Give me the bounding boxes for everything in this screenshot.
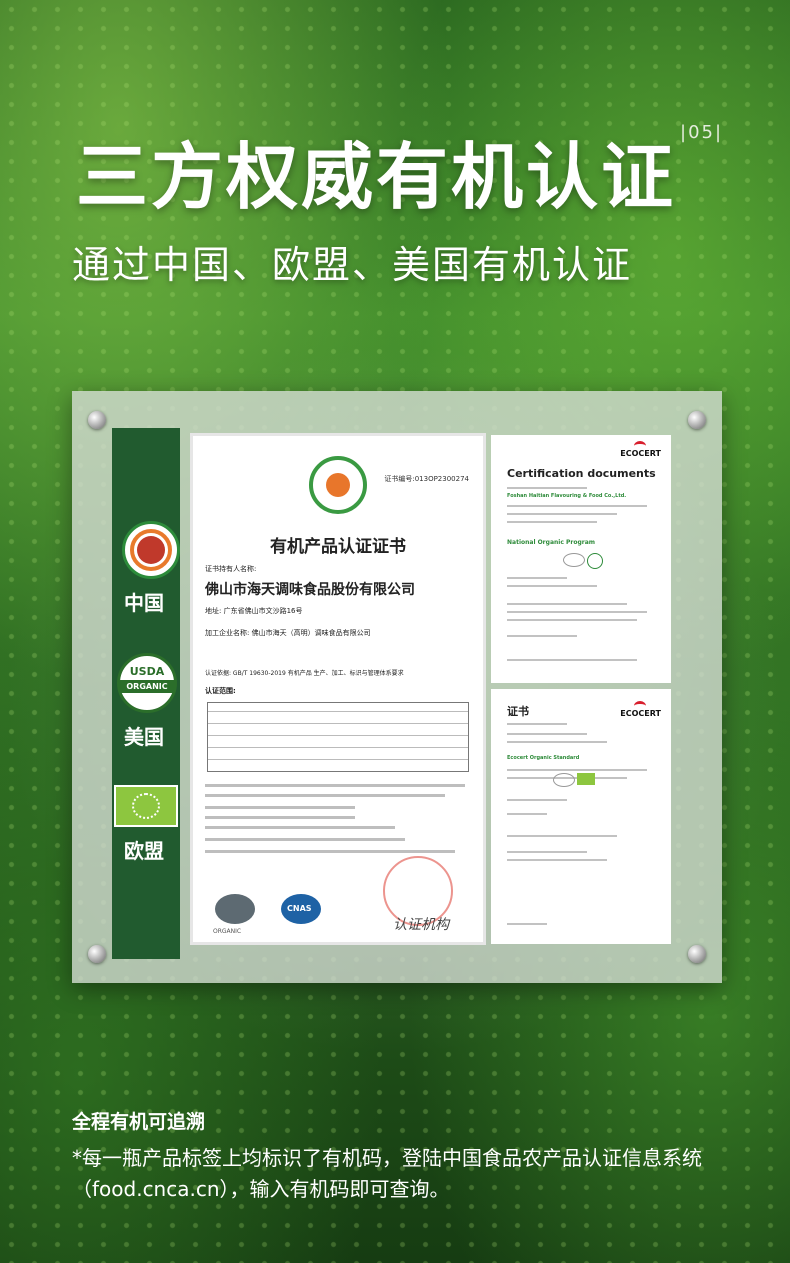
us-organic-certificate: ECOCERT Certification documents Foshan H… (491, 435, 671, 683)
ecocert-logo: ECOCERT (620, 701, 661, 718)
traceability-heading: 全程有机可追溯 (72, 1111, 206, 1133)
badge-label-china: 中国 (124, 591, 164, 615)
usda-organic-logo-icon: USDA ORGANIC (117, 653, 177, 713)
badge-label-usa: 美国 (124, 725, 164, 749)
traceability-text: *每一瓶产品标签上均标识了有机码，登陆中国食品农产品认证信息系统（food.cn… (72, 1146, 702, 1201)
eu-organic-leaf-icon (114, 785, 178, 827)
doc-program: National Organic Program (507, 539, 595, 546)
certificate-display-frame: 中国 USDA ORGANIC 美国 欧盟 证书编号:013OP2300274 … (72, 391, 722, 983)
page-number: |05| (680, 122, 724, 143)
certificate-heading: 有机产品认证证书 (270, 537, 406, 557)
doc-program: Ecocert Organic Standard (507, 755, 580, 761)
eu-leaf-icon (577, 773, 595, 785)
processor-name: 加工企业名称: 佛山市海天（高明）调味食品有限公司 (205, 629, 371, 637)
bolt-icon (88, 945, 106, 963)
doc-title: 证书 (507, 705, 529, 718)
china-organic-certificate: 证书编号:013OP2300274 有机产品认证证书 证书持有人名称: 佛山市海… (190, 433, 486, 945)
holder-label: 证书持有人名称: (205, 565, 257, 573)
signature: 认证机构 (393, 917, 449, 933)
doc-title: Certification documents (507, 467, 656, 480)
page-title: 三方权威有机认证 (76, 135, 677, 219)
doc-company: Foshan Haitian Flavouring & Food Co.,Ltd… (507, 493, 627, 499)
bolt-icon (688, 945, 706, 963)
scope-label: 认证范围: (205, 687, 236, 695)
bolt-icon (688, 411, 706, 429)
certificate-address: 地址: 广东省佛山市文沙路16号 (205, 607, 303, 615)
badge-label-eu: 欧盟 (124, 839, 164, 863)
bolt-icon (88, 411, 106, 429)
scope-table (207, 702, 469, 772)
organic-seal-icon (553, 773, 575, 787)
organic-seal-icon (563, 553, 585, 567)
certificate-standard: 认证依据: GB/T 19630-2019 有机产品 生产、加工、标识与管理体系… (205, 670, 404, 677)
certificate-number: 证书编号:013OP2300274 (384, 475, 469, 483)
certificate-holder: 佛山市海天调味食品股份有限公司 (205, 582, 415, 598)
page-subtitle: 通过中国、欧盟、美国有机认证 (72, 243, 633, 287)
globe-seal-icon (215, 894, 255, 924)
china-organic-logo-icon (122, 521, 180, 579)
ecocert-logo: ECOCERT (620, 441, 661, 458)
eu-organic-certificate: ECOCERT 证书 Ecocert Organic Standard (491, 689, 671, 944)
usda-seal-icon (587, 553, 603, 569)
certificate-emblem-icon (309, 456, 367, 514)
